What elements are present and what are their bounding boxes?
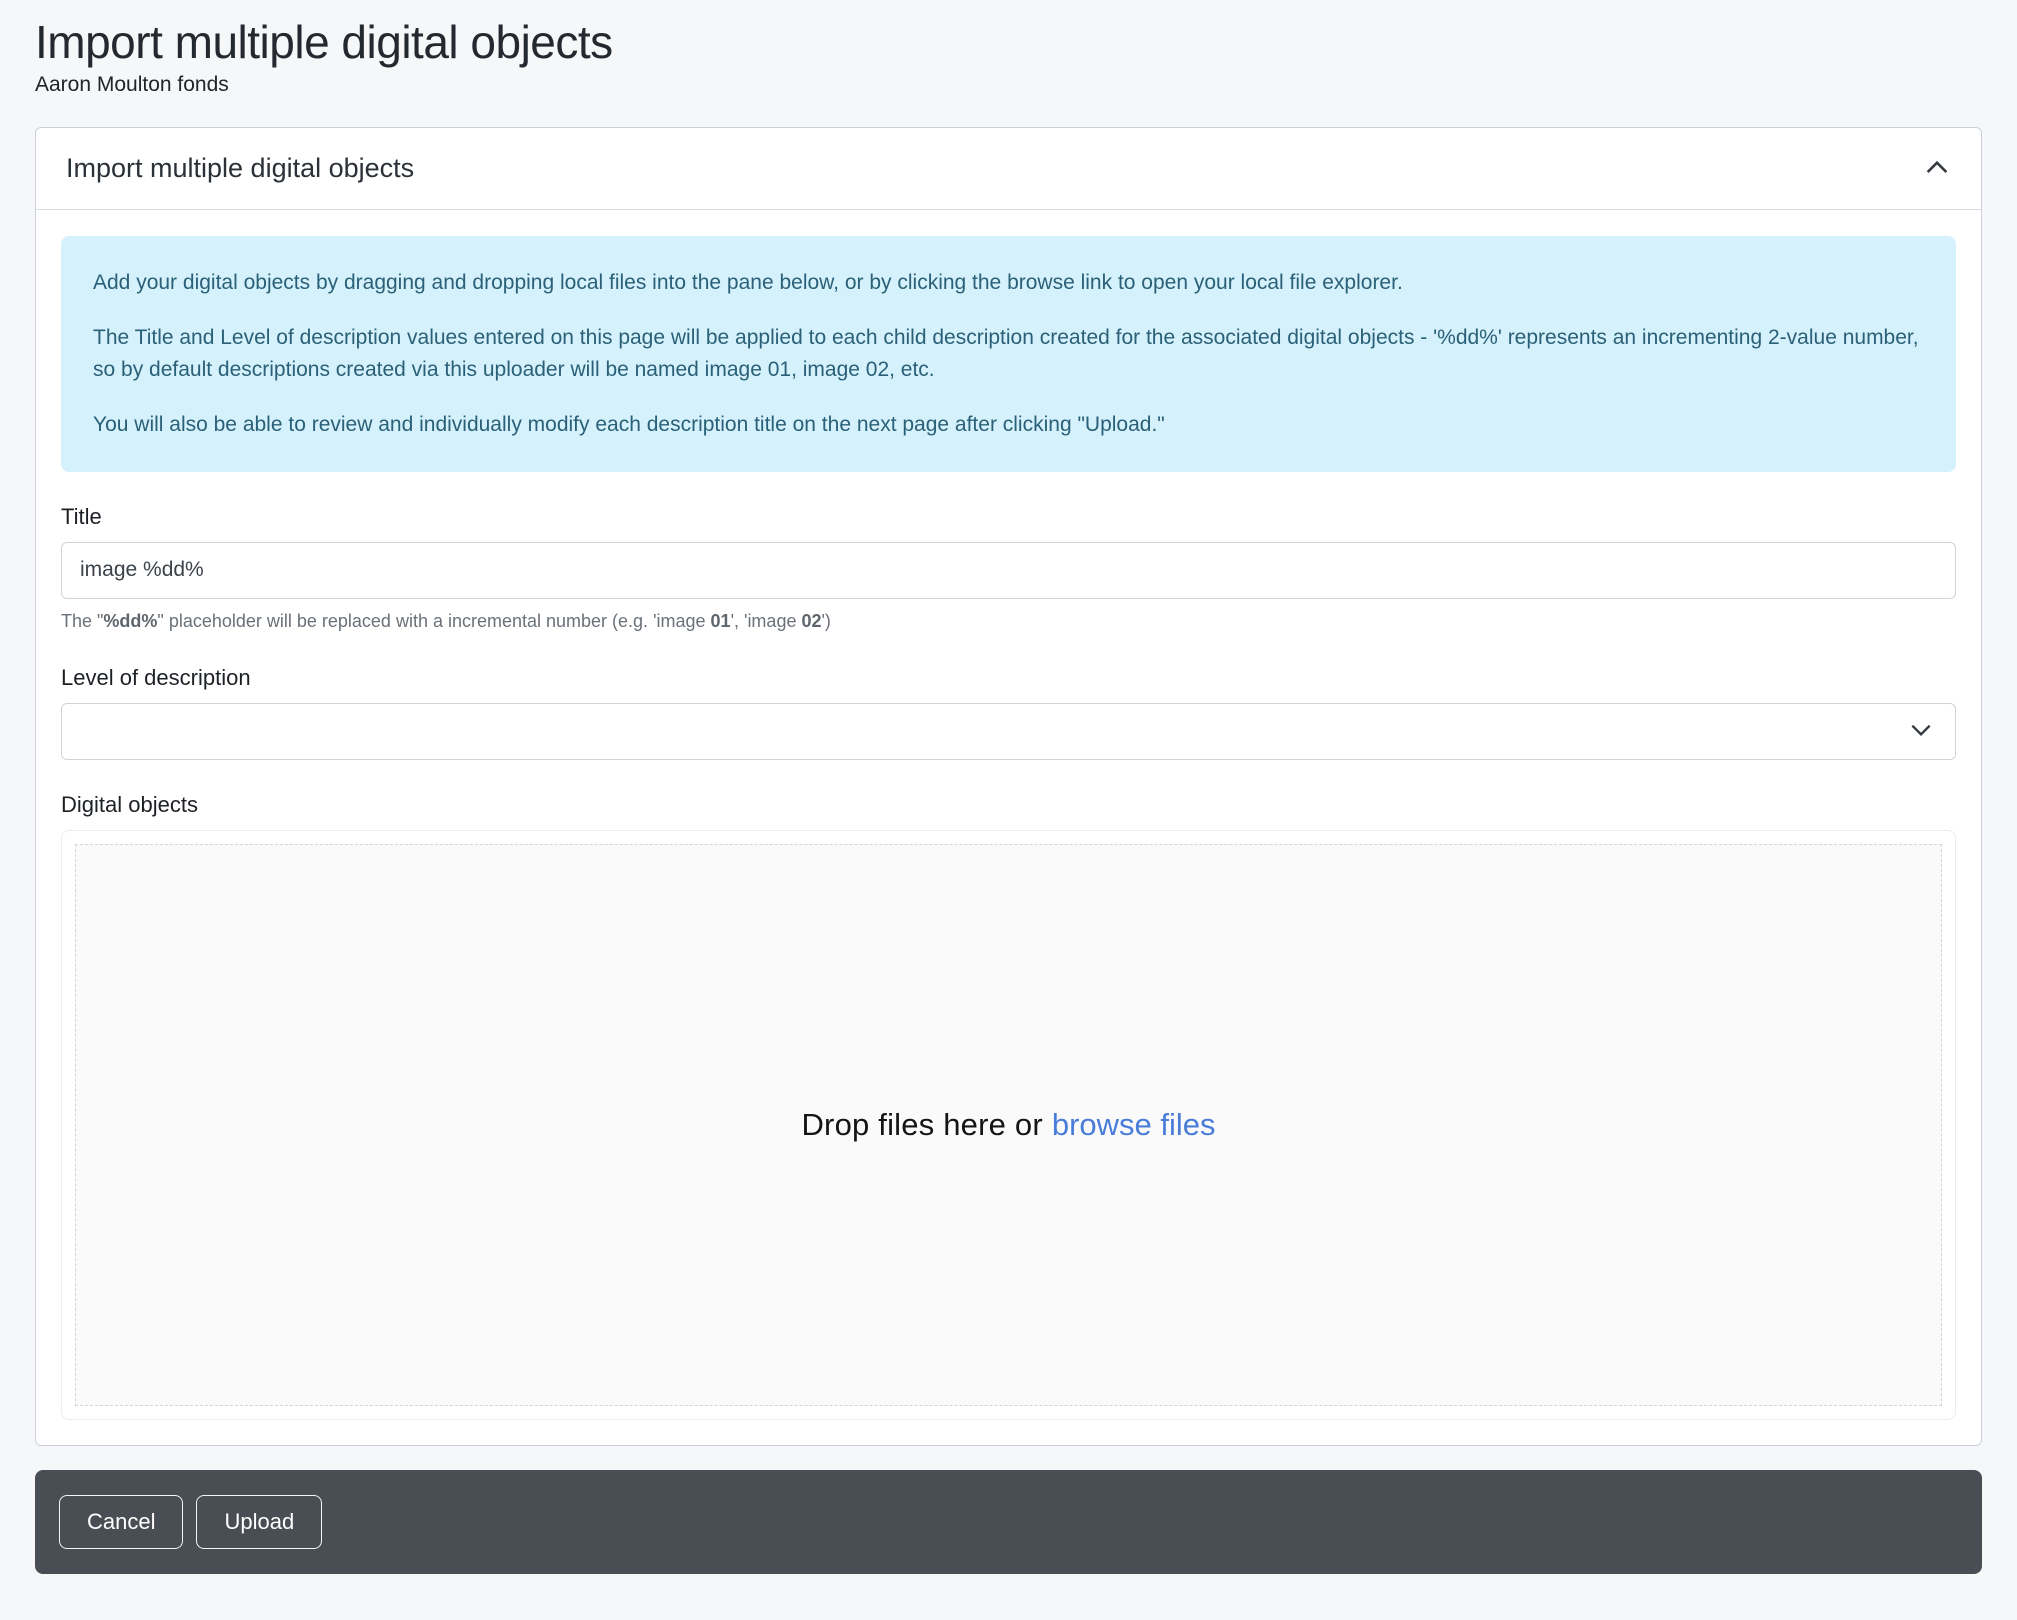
info-paragraph: Add your digital objects by dragging and… <box>93 267 1924 299</box>
panel-title: Import multiple digital objects <box>66 153 414 184</box>
import-panel: Import multiple digital objects Add your… <box>35 127 1982 1446</box>
cancel-button[interactable]: Cancel <box>59 1495 183 1549</box>
page: Import multiple digital objects Aaron Mo… <box>0 0 2017 1574</box>
digital-objects-label: Digital objects <box>61 792 1956 818</box>
panel-header-toggle[interactable]: Import multiple digital objects <box>36 128 1981 210</box>
help-segment: The " <box>61 611 103 631</box>
help-segment-bold: 02 <box>801 611 821 631</box>
chevron-up-icon[interactable] <box>1923 154 1951 182</box>
info-paragraph: The Title and Level of description value… <box>93 322 1924 385</box>
help-segment: " placeholder will be replaced with a in… <box>157 611 710 631</box>
upload-button[interactable]: Upload <box>196 1495 322 1549</box>
help-segment-bold: 01 <box>711 611 731 631</box>
browse-files-link[interactable]: browse files <box>1052 1107 1216 1143</box>
level-select-wrap <box>61 703 1956 760</box>
actions-bar: Cancel Upload <box>35 1470 1982 1574</box>
level-of-description-label: Level of description <box>61 665 1956 691</box>
drop-files-text: Drop files here or <box>801 1107 1042 1143</box>
title-input[interactable] <box>61 542 1956 599</box>
help-segment: ', 'image <box>731 611 802 631</box>
title-help-text: The "%dd%" placeholder will be replaced … <box>61 609 1956 633</box>
dropzone-inner[interactable]: Drop files here or browse files <box>75 844 1942 1406</box>
panel-body: Add your digital objects by dragging and… <box>36 210 1981 1445</box>
page-subtitle: Aaron Moulton fonds <box>35 73 1982 97</box>
dropzone[interactable]: Drop files here or browse files <box>61 830 1956 1420</box>
help-segment: ') <box>822 611 831 631</box>
info-paragraph: You will also be able to review and indi… <box>93 409 1924 441</box>
info-alert: Add your digital objects by dragging and… <box>61 236 1956 472</box>
page-header: Import multiple digital objects Aaron Mo… <box>35 16 1982 97</box>
level-of-description-select[interactable] <box>61 703 1956 760</box>
page-title: Import multiple digital objects <box>35 16 1982 69</box>
help-segment-bold: %dd% <box>103 611 157 631</box>
title-label: Title <box>61 504 1956 530</box>
